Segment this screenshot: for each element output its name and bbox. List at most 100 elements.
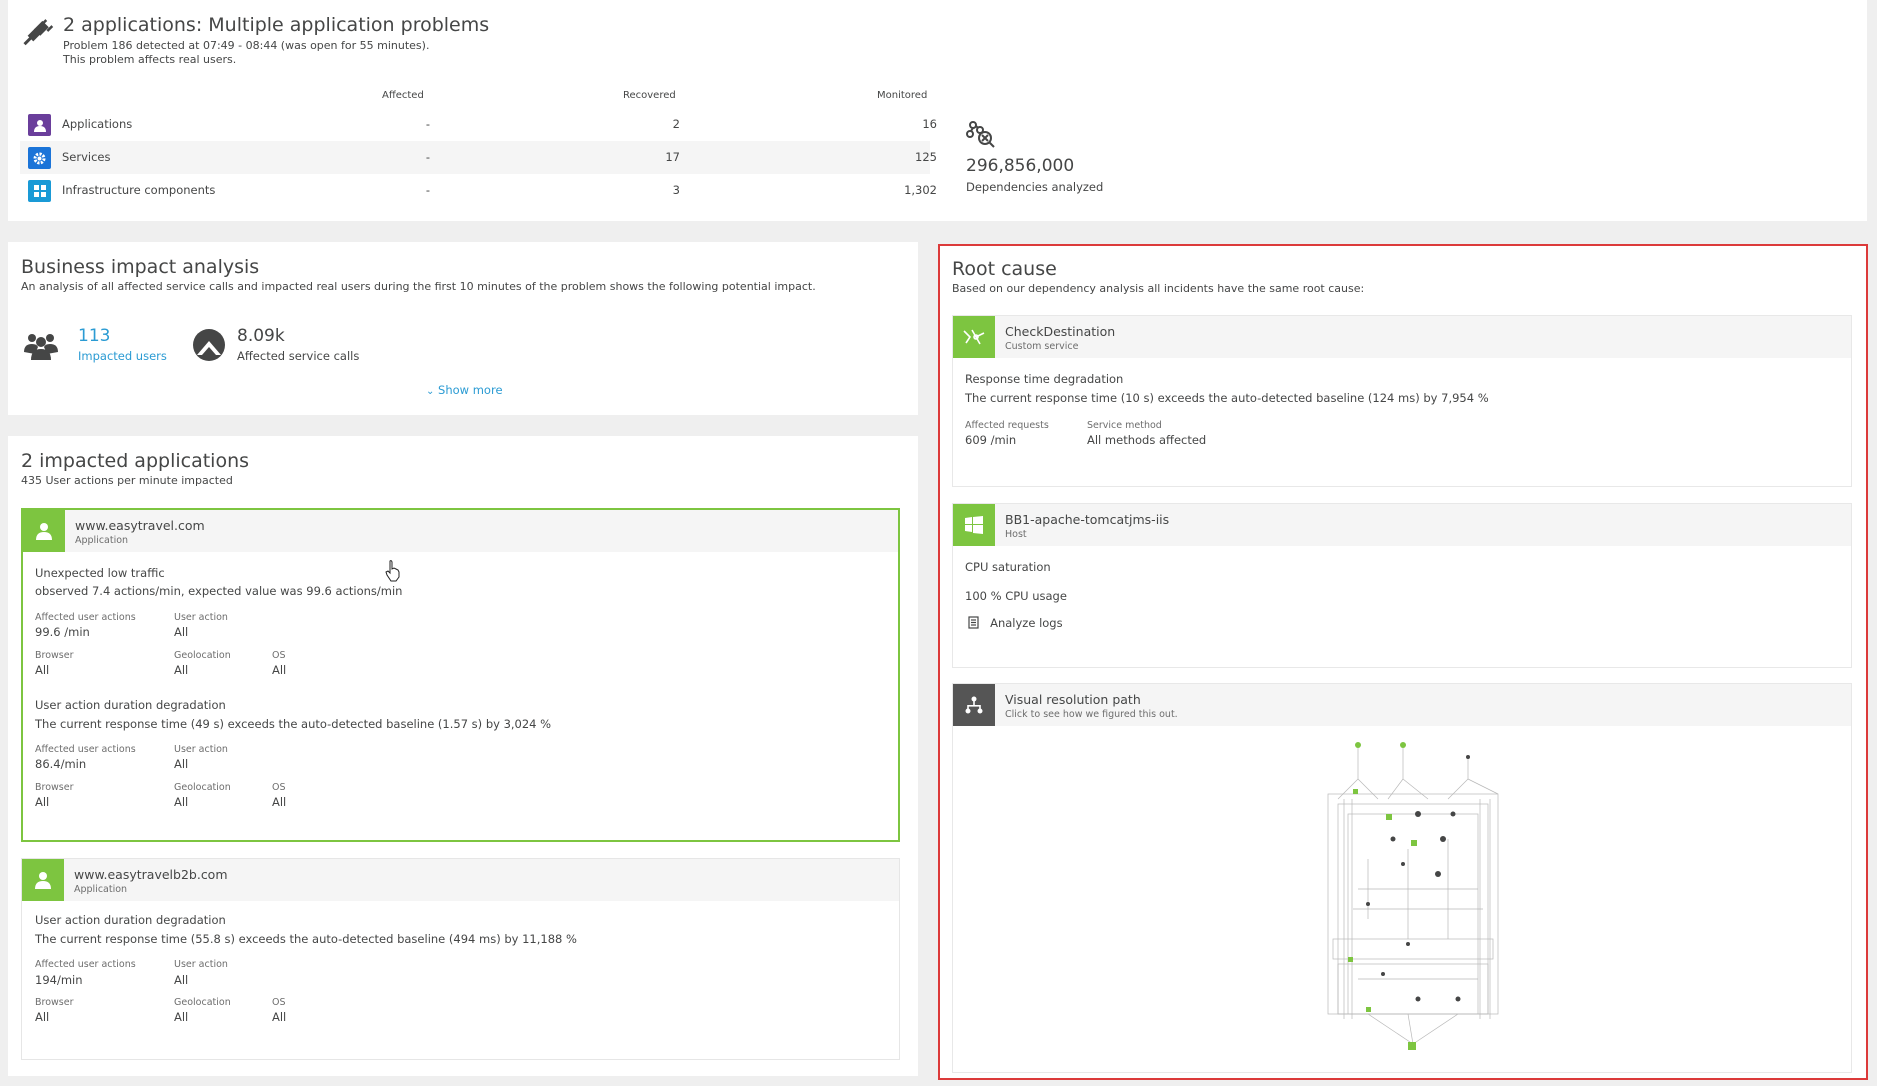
- app-card-header[interactable]: www.easytravel.com Application: [23, 510, 898, 552]
- impacted-apps-title: 2 impacted applications: [21, 450, 250, 472]
- analyze-logs-label: Analyze logs: [990, 616, 1063, 630]
- business-impact-title: Business impact analysis: [21, 256, 260, 278]
- problem-detected-text: Problem 186 detected at 07:49 - 08:44 (w…: [63, 39, 430, 52]
- issue-title: Unexpected low traffic: [35, 566, 165, 580]
- app-name[interactable]: www.easytravelb2b.com: [74, 867, 228, 882]
- impacted-users-label[interactable]: Impacted users: [78, 349, 167, 363]
- issue-title: User action duration degradation: [35, 913, 226, 927]
- business-impact-desc: An analysis of all affected service call…: [21, 280, 816, 293]
- visual-resolution-path-card[interactable]: Visual resolution path Click to see how …: [952, 683, 1852, 1073]
- stats-row-label: Services: [62, 150, 111, 164]
- stats-row-label: Applications: [62, 117, 133, 131]
- browser-label: Browser: [35, 997, 74, 1008]
- dependencies-analyzed: 296,856,000 Dependencies analyzed: [966, 120, 1103, 194]
- affected-requests-label: Affected requests: [965, 420, 1049, 431]
- os-label: OS: [272, 997, 286, 1008]
- root-cause-service-card[interactable]: CheckDestination Custom service Response…: [952, 315, 1852, 487]
- stats-header: Affected Recovered Monitored: [20, 90, 930, 108]
- monitored-value: 1,302: [904, 183, 937, 197]
- impacted-users-value[interactable]: 113: [78, 326, 167, 346]
- host-name[interactable]: BB1-apache-tomcatjms-iis: [1005, 512, 1169, 527]
- geolocation-label: Geolocation: [174, 782, 231, 793]
- affected-user-actions-value: 194/min: [35, 973, 83, 987]
- issue-title: User action duration degradation: [35, 698, 226, 712]
- hierarchy-icon: [953, 684, 995, 726]
- affected-calls-metric: 8.09k Affected service calls: [192, 326, 359, 363]
- gear-icon: [28, 147, 51, 169]
- affected-user-actions-label: Affected user actions: [35, 612, 136, 623]
- problem-affects-text: This problem affects real users.: [63, 53, 237, 66]
- app-card-easytravel[interactable]: www.easytravel.com Application Unexpecte…: [21, 508, 900, 842]
- issue-desc: The current response time (49 s) exceeds…: [35, 717, 552, 731]
- root-cause-host-card[interactable]: BB1-apache-tomcatjms-iis Host CPU satura…: [952, 503, 1852, 668]
- show-more-label: Show more: [438, 383, 503, 397]
- app-card-header[interactable]: www.easytravelb2b.com Application: [22, 859, 899, 901]
- app-name[interactable]: www.easytravel.com: [75, 518, 205, 533]
- windows-host-icon: [953, 504, 995, 546]
- recovered-value: 17: [665, 150, 680, 164]
- impact-stats-table: Affected Recovered Monitored Application…: [20, 90, 937, 207]
- service-card-header[interactable]: CheckDestination Custom service: [953, 316, 1851, 358]
- chevron-down-icon: ⌄: [426, 386, 435, 397]
- user-action-label: User action: [174, 612, 228, 623]
- browser-label: Browser: [35, 782, 74, 793]
- recovered-header: Recovered: [623, 90, 676, 101]
- root-cause-title: Root cause: [952, 258, 1057, 280]
- user-icon: [22, 859, 64, 901]
- path-title[interactable]: Visual resolution path: [1005, 692, 1141, 707]
- user-action-value: All: [174, 757, 189, 771]
- stats-row-services[interactable]: Services - 17 125: [20, 141, 937, 174]
- service-calls-icon: [193, 329, 225, 361]
- stats-row-label: Infrastructure components: [62, 183, 216, 197]
- os-value: All: [272, 663, 287, 677]
- recovered-value: 3: [672, 183, 680, 197]
- browser-label: Browser: [35, 650, 74, 661]
- hand-cursor-icon: [385, 560, 400, 582]
- stats-row-infrastructure[interactable]: Infrastructure components - 3 1,302: [20, 174, 937, 207]
- root-cause-panel: Root cause Based on our dependency analy…: [938, 244, 1868, 1080]
- geolocation-label: Geolocation: [174, 997, 231, 1008]
- service-issue-title: Response time degradation: [965, 372, 1124, 386]
- host-type: Host: [1005, 529, 1027, 540]
- geolocation-label: Geolocation: [174, 650, 231, 661]
- geolocation-value: All: [174, 663, 189, 677]
- app-type: Application: [74, 884, 128, 895]
- service-issue-desc: The current response time (10 s) exceeds…: [965, 391, 1489, 405]
- impacted-apps-desc: 435 User actions per minute impacted: [21, 474, 233, 487]
- monitored-value: 16: [922, 117, 937, 131]
- browser-value: All: [35, 663, 50, 677]
- issue-desc: The current response time (55.8 s) excee…: [35, 932, 577, 946]
- problem-summary-panel: 2 applications: Multiple application pro…: [8, 0, 1867, 221]
- custom-service-icon: [953, 316, 995, 358]
- os-label: OS: [272, 782, 286, 793]
- app-card-easytravelb2b[interactable]: www.easytravelb2b.com Application User a…: [21, 858, 900, 1060]
- issue-desc: observed 7.4 actions/min, expected value…: [35, 584, 403, 598]
- dependencies-value: 296,856,000: [966, 156, 1075, 176]
- problem-title: 2 applications: Multiple application pro…: [63, 14, 490, 36]
- affected-value: -: [425, 150, 430, 164]
- os-value: All: [272, 1010, 287, 1024]
- browser-value: All: [35, 795, 50, 809]
- affected-user-actions-label: Affected user actions: [35, 959, 136, 970]
- affected-header: Affected: [382, 90, 424, 101]
- show-more-link[interactable]: ⌄ Show more: [426, 383, 503, 397]
- os-label: OS: [272, 650, 286, 661]
- host-card-header[interactable]: BB1-apache-tomcatjms-iis Host: [953, 504, 1851, 546]
- impacted-applications-panel: 2 impacted applications 435 User actions…: [8, 436, 918, 1076]
- resolution-path-graph[interactable]: [1308, 739, 1518, 1069]
- user-action-value: All: [174, 625, 189, 639]
- path-card-header[interactable]: Visual resolution path Click to see how …: [953, 684, 1851, 726]
- service-type: Custom service: [1005, 341, 1079, 352]
- host-cpu-value: 100 % CPU usage: [965, 589, 1067, 603]
- user-action-value: All: [174, 973, 189, 987]
- stats-row-applications[interactable]: Applications - 2 16: [20, 108, 937, 141]
- host-icon: [28, 180, 51, 202]
- affected-calls-value: 8.09k: [237, 326, 285, 346]
- impacted-users-metric[interactable]: 113 Impacted users: [23, 326, 167, 363]
- affected-user-actions-value: 86.4/min: [35, 757, 87, 771]
- users-icon: [24, 334, 58, 360]
- analyze-logs-link[interactable]: Analyze logs: [967, 612, 1063, 631]
- host-issue-title: CPU saturation: [965, 560, 1051, 574]
- affected-value: -: [425, 117, 430, 131]
- service-name[interactable]: CheckDestination: [1005, 324, 1115, 339]
